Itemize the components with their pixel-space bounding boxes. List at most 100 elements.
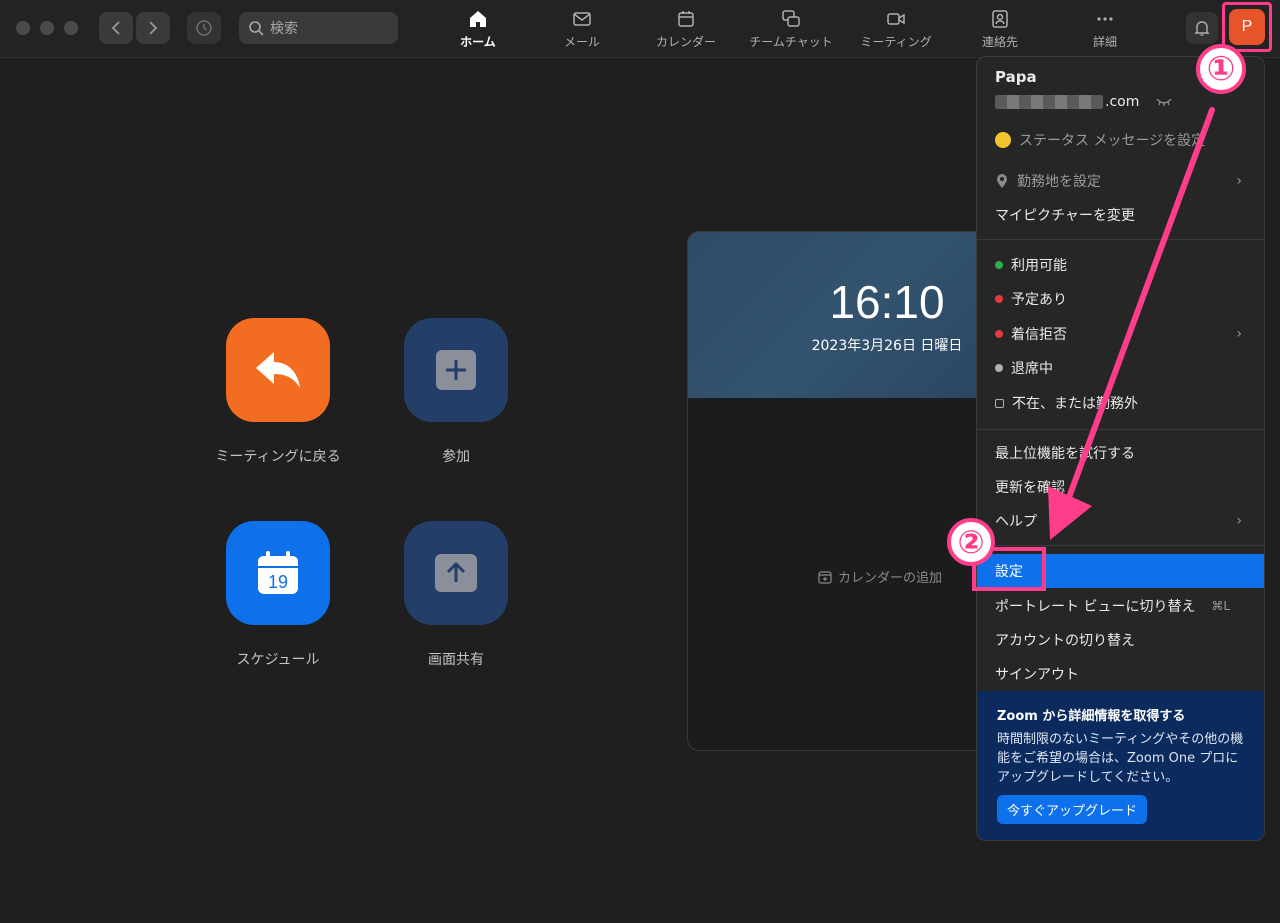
status-dnd-label: 着信拒否 xyxy=(1011,327,1067,343)
search-placeholder: 検索 xyxy=(270,21,298,37)
bell-icon xyxy=(1194,21,1210,36)
promo-body: 時間制限のないミーティングやその他の機能をご希望の場合は、Zoom One プロ… xyxy=(997,732,1244,785)
menu-divider xyxy=(977,239,1264,240)
history-icon xyxy=(196,20,212,36)
help-label: ヘルプ xyxy=(995,514,1037,530)
calendar-add-icon xyxy=(818,570,832,584)
chat-icon xyxy=(782,10,800,27)
upgrade-now-button[interactable]: 今すぐアップグレード xyxy=(997,795,1148,824)
profile-menu: Papa .com ステータス メッセージを設定 勤務地を設定 › マイピクチャ… xyxy=(976,56,1265,841)
try-top-features-item[interactable]: 最上位機能を試行する xyxy=(977,436,1264,470)
avatar-initial: P xyxy=(1241,18,1253,35)
change-picture-item[interactable]: マイピクチャーを変更 xyxy=(977,198,1264,232)
notifications-button[interactable] xyxy=(1186,12,1218,44)
home-icon xyxy=(470,11,486,27)
join-label: 参加 xyxy=(442,449,470,465)
tab-home-label: ホーム xyxy=(460,35,496,49)
status-away-item[interactable]: 退席中 xyxy=(977,351,1264,385)
portrait-view-shortcut: ⌘L xyxy=(1211,599,1230,613)
tab-meetings[interactable]: ミーティング xyxy=(856,8,936,52)
rejoin-arrow-icon xyxy=(256,352,300,388)
chevron-right-icon xyxy=(149,21,158,35)
tab-more[interactable]: 詳細 xyxy=(1075,8,1135,52)
status-available-label: 利用可能 xyxy=(1011,258,1067,274)
away-clock-icon xyxy=(995,364,1003,372)
tab-more-label: 詳細 xyxy=(1092,35,1117,49)
portrait-view-label: ポートレート ビューに切り替え xyxy=(995,599,1196,615)
plus-icon xyxy=(436,350,476,390)
close-window-button[interactable] xyxy=(16,21,30,35)
smile-icon xyxy=(995,132,1011,148)
schedule-action[interactable]: 19 スケジュール xyxy=(188,521,368,669)
avatar[interactable]: P xyxy=(1229,9,1265,45)
contacts-icon xyxy=(992,10,1008,28)
add-calendar-label: カレンダーの追加 xyxy=(838,571,943,586)
history-button[interactable] xyxy=(187,12,221,44)
join-action[interactable]: 参加 xyxy=(366,318,546,466)
tab-team-chat[interactable]: チームチャット xyxy=(744,8,838,52)
tab-contacts-label: 連絡先 xyxy=(981,35,1018,49)
status-away-label: 退席中 xyxy=(1011,361,1053,377)
upgrade-promo: Zoom から詳細情報を取得する 時間制限のないミーティングやその他の機能をご希… xyxy=(977,691,1264,840)
rejoin-meeting-tile[interactable] xyxy=(226,318,330,422)
current-date: 2023年3月26日 日曜日 xyxy=(811,338,963,354)
available-dot-icon xyxy=(995,261,1003,269)
set-work-location-label: 勤務地を設定 xyxy=(1017,174,1101,190)
more-icon xyxy=(1097,17,1113,21)
chevron-right-icon: › xyxy=(1236,173,1242,189)
chevron-right-icon: › xyxy=(1236,513,1242,529)
busy-dot-icon xyxy=(995,295,1003,303)
status-busy-label: 予定あり xyxy=(1011,292,1067,308)
add-calendar-link[interactable]: カレンダーの追加 xyxy=(818,567,942,586)
status-busy-item[interactable]: 予定あり xyxy=(977,282,1264,316)
share-screen-label: 画面共有 xyxy=(428,652,484,668)
status-out-of-office-label: 不在、または勤務外 xyxy=(1012,396,1138,412)
tab-mail-label: メール xyxy=(563,35,600,49)
chevron-left-icon xyxy=(111,21,120,35)
schedule-label: スケジュール xyxy=(236,652,320,668)
set-work-location-item[interactable]: 勤務地を設定 › xyxy=(977,164,1264,198)
status-out-of-office-item[interactable]: 不在、または勤務外 xyxy=(977,386,1264,420)
share-screen-action[interactable]: 画面共有 xyxy=(366,521,546,669)
tab-mail[interactable]: メール xyxy=(552,8,612,52)
email-suffix: .com xyxy=(1105,94,1140,110)
chevron-right-icon: › xyxy=(1236,326,1242,342)
tab-contacts[interactable]: 連絡先 xyxy=(970,8,1030,52)
sign-out-item[interactable]: サインアウト xyxy=(977,657,1264,691)
join-tile[interactable] xyxy=(404,318,508,422)
check-updates-item[interactable]: 更新を確認 xyxy=(977,470,1264,504)
search-icon xyxy=(249,20,264,36)
calendar-19-icon: 19 xyxy=(258,551,298,594)
tab-meetings-label: ミーティング xyxy=(860,35,932,49)
rejoin-meeting-action[interactable]: ミーティングに戻る xyxy=(188,318,368,466)
set-status-message-item[interactable]: ステータス メッセージを設定 xyxy=(977,123,1264,157)
help-item[interactable]: ヘルプ › xyxy=(977,504,1264,538)
share-up-icon xyxy=(435,554,477,592)
promo-title: Zoom から詳細情報を取得する xyxy=(997,709,1186,724)
schedule-tile[interactable]: 19 xyxy=(226,521,330,625)
step-1-badge: ① xyxy=(1196,44,1246,94)
out-of-office-icon xyxy=(995,398,1004,408)
tab-calendar-label: カレンダー xyxy=(655,35,716,49)
status-available-item[interactable]: 利用可能 xyxy=(977,248,1264,282)
tab-team-chat-label: チームチャット xyxy=(749,35,833,49)
forward-button[interactable] xyxy=(136,12,170,44)
title-bar: 検索 ホーム メール カレンダー チームチャット ミーティング 連絡先 詳細 P xyxy=(0,0,1280,58)
step-2-badge: ② xyxy=(947,518,995,566)
menu-divider xyxy=(977,545,1264,546)
tab-calendar[interactable]: カレンダー xyxy=(646,8,726,52)
calendar-icon xyxy=(678,11,694,27)
email-blur xyxy=(995,95,1103,109)
tab-home[interactable]: ホーム xyxy=(448,8,508,52)
location-pin-icon xyxy=(997,174,1007,188)
eye-closed-icon[interactable] xyxy=(1155,97,1173,107)
share-screen-tile[interactable] xyxy=(404,521,508,625)
minimize-window-button[interactable] xyxy=(40,21,54,35)
portrait-view-item[interactable]: ポートレート ビューに切り替え ⌘L xyxy=(977,589,1264,623)
menu-divider xyxy=(977,429,1264,430)
status-dnd-item[interactable]: 着信拒否 › xyxy=(977,317,1264,351)
search-input[interactable]: 検索 xyxy=(239,12,398,44)
switch-account-item[interactable]: アカウントの切り替え xyxy=(977,623,1264,657)
zoom-window-button[interactable] xyxy=(64,21,78,35)
back-button[interactable] xyxy=(99,12,133,44)
